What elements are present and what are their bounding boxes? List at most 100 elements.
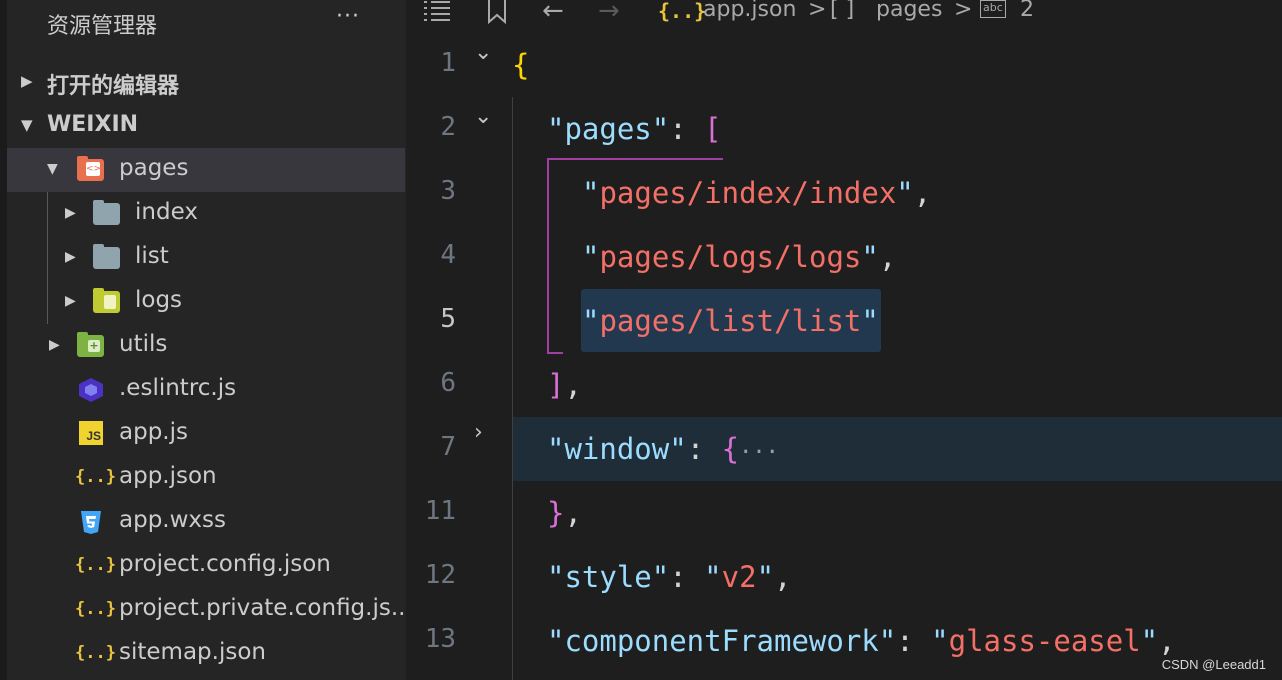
string-value: pages/logs/logs [599,240,862,274]
code-line-3[interactable]: 3 "pages/index/index", [406,162,1282,226]
more-actions-button[interactable]: ··· [336,4,360,29]
code-line-2[interactable]: 2 ⌄ "pages": [ [406,98,1282,162]
array-icon: [ ] [830,0,855,22]
chevron-right-icon: ▶ [49,337,60,353]
json-icon: {..} [75,599,116,619]
tree-item-label: .eslintrc.js [119,375,237,401]
line-number: 3 [440,176,456,206]
json-icon: {..} [658,0,707,23]
watermark: CSDN @Leeadd1 [1161,657,1266,672]
json-icon: {..} [75,643,116,663]
tree-item-label: sitemap.json [119,639,266,665]
breadcrumb-index[interactable]: 2 [1020,0,1034,22]
explorer-sidebar: 资源管理器 ··· ▶ 打开的编辑器 ▼ WEIXIN ▼ <> pages ▶… [0,0,413,680]
folder-utils-icon: + [77,332,105,359]
explorer-title: 资源管理器 [47,14,158,39]
breadcrumb-file[interactable]: app.json [703,0,796,22]
outline-icon[interactable] [422,0,452,28]
open-brace: { [721,432,740,466]
tree-item-logs[interactable]: ▶ logs [7,280,405,324]
json-key: componentFramework [564,624,879,658]
tree-item-index[interactable]: ▶ index [7,192,405,236]
line-number: 7 [440,432,456,462]
folder-pages-icon: <> [77,156,105,183]
code-editor[interactable]: ← → {..} app.json > [ ] pages > abc 2 1 … [406,0,1282,680]
css-icon [77,509,105,535]
string-value: pages/list/list [599,304,862,338]
close-bracket: ] [547,368,565,402]
chevron-right-icon: ▶ [21,72,33,90]
section-open-editors[interactable]: ▶ 打开的编辑器 [7,60,406,104]
close-brace: } [547,496,565,530]
fold-chevron-down-icon[interactable]: ⌄ [474,40,492,65]
forward-arrow-icon[interactable]: → [598,0,620,26]
string-value: pages/index/index [599,176,897,210]
tree-item-project-private-config[interactable]: {..} project.private.config.js... [7,588,413,632]
tree-item-eslintrc[interactable]: .eslintrc.js [7,368,405,412]
tree-item-label: list [135,243,169,269]
tree-item-label: pages [119,155,189,181]
code-line-12[interactable]: 12 "style": "v2", [406,546,1282,610]
line-number: 6 [440,368,456,398]
line-number-active: 5 [440,304,456,334]
line-number: 13 [424,624,456,654]
fold-chevron-down-icon[interactable]: ⌄ [474,104,492,129]
line-number: 11 [424,496,456,526]
code-line-13[interactable]: 13 "componentFramework": "glass-easel", [406,610,1282,674]
back-arrow-icon[interactable]: ← [542,0,564,26]
line-number: 1 [440,48,456,78]
tree-item-utils[interactable]: ▶ + utils [7,324,405,368]
bookmark-icon[interactable] [484,0,510,30]
breadcrumb: ← → {..} app.json > [ ] pages > abc 2 [406,0,1282,26]
breadcrumb-segment[interactable]: pages [876,0,942,22]
tree-item-label: app.js [119,419,188,445]
folder-icon [93,200,121,227]
tree-item-label: app.wxss [119,507,226,533]
string-abc-icon: abc [980,0,1006,18]
string-value: v2 [721,560,757,594]
chevron-right-icon: ▶ [65,249,76,265]
json-icon: {..} [75,467,116,487]
tree-item-app-json[interactable]: {..} app.json [7,456,405,500]
json-icon: {..} [75,555,116,575]
activity-bar-edge [0,0,7,680]
json-key: window [564,432,670,466]
tree-item-list[interactable]: ▶ list [7,236,405,280]
tree-item-label: utils [119,331,168,357]
line-number: 4 [440,240,456,270]
line-number: 2 [440,112,456,142]
tree-item-label: index [135,199,198,225]
line-number: 12 [424,560,456,590]
open-brace: { [512,48,530,82]
section-weixin[interactable]: ▼ WEIXIN [7,104,406,148]
chevron-right-icon: ▶ [65,293,76,309]
tree-item-app-js[interactable]: JS app.js [7,412,405,456]
code-line-11[interactable]: 11 }, [406,482,1282,546]
code-line-7[interactable]: 7 › "window": {··· [406,418,1282,482]
chevron-down-icon: ▼ [21,116,33,134]
code-line-6[interactable]: 6 ], [406,354,1282,418]
string-value: glass-easel [948,624,1141,658]
code-line-1[interactable]: 1 ⌄ { [406,34,1282,98]
tree-item-label: project.config.json [119,551,331,577]
chevron-right-icon: ▶ [65,205,76,221]
tree-item-label: app.json [119,463,217,489]
section-label: 打开的编辑器 [47,74,180,99]
breadcrumb-separator: > [954,0,973,22]
section-label: WEIXIN [47,112,139,137]
code-line-4[interactable]: 4 "pages/logs/logs", [406,226,1282,290]
open-bracket: [ [704,112,722,146]
tree-item-app-wxss[interactable]: app.wxss [7,500,405,544]
json-key: pages [564,112,652,146]
eslint-icon [77,377,105,403]
tree-item-pages[interactable]: ▼ <> pages [7,148,405,192]
tree-item-label: logs [135,287,183,313]
folded-ellipsis: ··· [739,440,779,465]
breadcrumb-separator: > [808,0,827,22]
tree-item-label: project.private.config.js... [119,595,413,621]
tree-item-project-config[interactable]: {..} project.config.json [7,544,405,588]
code-line-5[interactable]: 5 "pages/list/list" [406,290,1282,354]
folder-logs-icon [93,288,121,315]
fold-chevron-right-icon[interactable]: › [474,420,483,445]
tree-item-sitemap[interactable]: {..} sitemap.json [7,632,405,676]
